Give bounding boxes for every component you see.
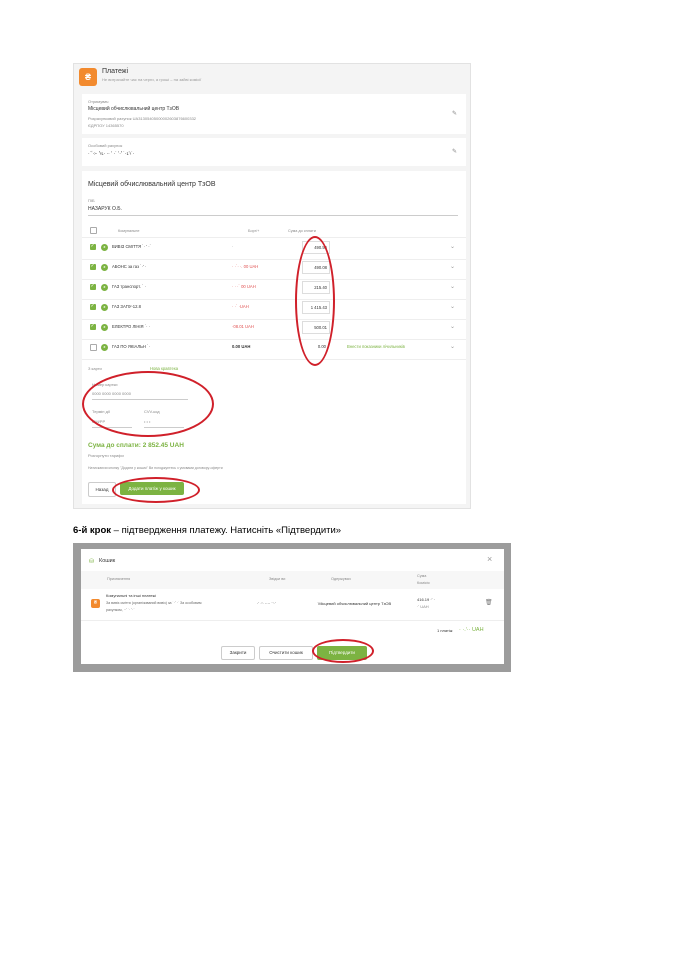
item-commission: ·ʹ UAH bbox=[417, 604, 429, 609]
row-checkbox[interactable] bbox=[90, 283, 96, 290]
col-amount: Сума до сплати bbox=[288, 229, 316, 233]
service-icon: ₴ bbox=[101, 344, 108, 351]
row-name: ГАЗ ЗАПУ-12.8 bbox=[112, 304, 141, 309]
receiver-card: Отримувач Місцевий обчислювальний центр … bbox=[82, 94, 466, 134]
service-icon: ₴ bbox=[101, 244, 108, 251]
payments-subtitle: Не витрачайте час на черги, а гроші – на… bbox=[102, 77, 202, 82]
chevron-down-icon[interactable]: ⌄ bbox=[450, 283, 455, 290]
receiver-label: Отримувач bbox=[88, 99, 109, 104]
cart-icon: ⛁ bbox=[89, 559, 95, 565]
payments-header: ₴ Платежі Не витрачайте час на черги, а … bbox=[74, 64, 470, 90]
row-debt: 0.00 UAH bbox=[232, 344, 251, 349]
row-debt: · · ·˙ 00 UAH bbox=[232, 284, 256, 289]
chevron-down-icon[interactable]: ⌄ bbox=[450, 323, 455, 330]
table-row[interactable]: ₴ ГАЗ ПО ЯКІАЛЬН ˙· 0.00 UAH 0.00 Внести… bbox=[82, 339, 466, 360]
select-all-checkbox[interactable] bbox=[90, 227, 97, 234]
col-from: Звідки ви bbox=[269, 577, 286, 581]
receiver-name: Місцевий обчислювальний центр ТзОВ bbox=[88, 106, 180, 112]
row-checkbox[interactable] bbox=[90, 323, 96, 330]
cart-total-label: 1 платіж bbox=[437, 628, 453, 633]
from-card-label: З карти bbox=[88, 366, 102, 371]
table-row[interactable]: ₴ ГАЗ транспорт. ˙ · · · ·˙ 00 UAH 215.4… bbox=[82, 279, 466, 300]
step-number: 6-й крок bbox=[73, 525, 112, 536]
cart-total-value: · ·.ʹ·· UAH bbox=[459, 627, 484, 633]
item-desc-2: рахунком, ··ʹ ˙· ʹ·˙˙ bbox=[106, 608, 136, 612]
col-receiver: Одержувач bbox=[331, 577, 351, 581]
agreement-text: Натискаючи кнопку "Додати у кошик" Ви по… bbox=[88, 466, 223, 470]
table-row[interactable]: ₴ ГАЗ ЗАПУ-12.8 · ·˙ ·UAH 1 415.43 ⌄ bbox=[82, 299, 466, 320]
meter-readings-link[interactable]: Внести показники лічильників bbox=[347, 344, 405, 349]
table-row[interactable]: ₴ АБОНС за газ ˙·ʹ · · ·˙· ·. 00 UAH 490… bbox=[82, 259, 466, 280]
service-icon: ₴ bbox=[101, 324, 108, 331]
chevron-down-icon[interactable]: ⌄ bbox=[450, 343, 455, 350]
chevron-down-icon[interactable]: ⌄ bbox=[450, 243, 455, 250]
payments-title: Платежі bbox=[102, 68, 129, 75]
col-appointment: Призначення bbox=[107, 577, 131, 581]
item-title: Комунальні та інші платежі bbox=[106, 593, 157, 598]
payment-logo-icon: ₴ bbox=[91, 599, 100, 608]
item-from: ·ʻ ·ʹ· ···· ˙ʹ·ʻ bbox=[257, 601, 276, 606]
row-debt: · bbox=[232, 244, 234, 249]
pib-field[interactable]: НАЗАРУК О.Б. bbox=[88, 206, 458, 216]
receiver-account: Розрахунковий рахунок UA3130540500000260… bbox=[88, 116, 197, 121]
service-icon: ₴ bbox=[101, 304, 108, 311]
row-name: ГАЗ ПО ЯКІАЛЬН ˙· bbox=[112, 344, 150, 349]
row-debt: · ·˙ ·UAH bbox=[232, 304, 249, 309]
total-sum: Сума до сплати: 2 852.45 UAH bbox=[88, 442, 184, 449]
item-desc-1: За вивіз сміття (організований вивіз) за… bbox=[106, 601, 202, 605]
table-header: Комунальне Борг/+ Сума до сплати bbox=[82, 223, 466, 238]
row-checkbox[interactable] bbox=[90, 263, 96, 270]
row-name: ЕЛЕКТРО ЛІНІЯ ˙· · bbox=[112, 324, 151, 329]
delete-icon[interactable]: 🗑 bbox=[485, 599, 493, 606]
receiver-edrpou: ЄДРПОУ 14365570 bbox=[88, 123, 124, 128]
cart-modal: ⛁ Кошик × Призначення Звідки ви Одержува… bbox=[81, 549, 504, 664]
service-icon: ₴ bbox=[101, 284, 108, 291]
item-sum: 416.19 ·ʹ · bbox=[417, 597, 435, 602]
row-debt: · ·˙· ·. 00 UAH bbox=[232, 264, 259, 269]
pib-label: ПІБ bbox=[88, 198, 95, 203]
add-button-highlight-oval bbox=[112, 477, 200, 503]
row-checkbox[interactable] bbox=[90, 303, 96, 310]
table-row[interactable]: ₴ ВИВІЗ СМІТТЯ ˙· ʹ ·˙ · 490.56 ⌄ bbox=[82, 239, 466, 260]
row-name: АБОНС за газ ˙·ʹ · bbox=[112, 264, 147, 269]
clear-cart-button[interactable]: Очистити кошик bbox=[259, 646, 313, 660]
chevron-down-icon[interactable]: ⌄ bbox=[450, 303, 455, 310]
row-name: ГАЗ транспорт. ˙ · bbox=[112, 284, 146, 289]
personal-account-value: ·˙ʻ·›· ꞌ›ʟ· ·· ʹ ·˙ ʹ·ꞌ ˙·ʟʹ‹˙· bbox=[88, 151, 135, 157]
cart-screenshot: ⛁ Кошик × Призначення Звідки ви Одержува… bbox=[73, 543, 511, 672]
edit-receiver-icon[interactable]: ✎ bbox=[452, 110, 457, 117]
step-text: – підтвердження платежу. Натисніть «Підт… bbox=[111, 525, 342, 536]
close-icon[interactable]: × bbox=[487, 554, 492, 564]
personal-account-label: Особовий рахунок bbox=[88, 143, 123, 148]
edit-account-icon[interactable]: ✎ bbox=[452, 148, 457, 155]
cart-row: ₴ Комунальні та інші платежі За вивіз см… bbox=[81, 590, 504, 621]
chevron-down-icon[interactable]: ⌄ bbox=[450, 263, 455, 270]
step-caption: 6-й крок – підтвердження платежу. Натисн… bbox=[73, 525, 341, 536]
col-name: Комунальне bbox=[118, 229, 140, 233]
row-name: ВИВІЗ СМІТТЯ ˙· ʹ ·˙ bbox=[112, 244, 151, 249]
close-button[interactable]: Закрити bbox=[221, 646, 255, 660]
row-debt: ·08.01 UAH bbox=[232, 324, 254, 329]
cart-table-header bbox=[81, 571, 504, 589]
row-checkbox[interactable] bbox=[90, 243, 96, 250]
payments-screenshot: ₴ Платежі Не витрачайте час на черги, а … bbox=[73, 63, 471, 509]
amount-highlight-oval bbox=[295, 236, 335, 366]
col-debt: Борг/+ bbox=[248, 229, 260, 233]
row-checkbox[interactable] bbox=[90, 344, 97, 351]
service-icon: ₴ bbox=[101, 264, 108, 271]
personal-account-card: Особовий рахунок ·˙ʻ·›· ꞌ›ʟ· ·· ʹ ·˙ ʹ·ꞌ… bbox=[82, 138, 466, 166]
cart-title: Кошик bbox=[99, 558, 116, 564]
col-commission: Комісія bbox=[417, 581, 430, 585]
col-sum: Сума bbox=[417, 574, 427, 578]
confirm-highlight-oval bbox=[312, 639, 374, 663]
payments-logo-icon: ₴ bbox=[79, 68, 97, 86]
section-title: Місцевий обчислювальний центр ТзОВ bbox=[88, 181, 216, 188]
tariffs-link[interactable]: Розгорнути тарифи bbox=[88, 453, 124, 458]
card-highlight-oval bbox=[82, 371, 214, 437]
table-row[interactable]: ₴ ЕЛЕКТРО ЛІНІЯ ˙· · ·08.01 UAH 500.01 ⌄ bbox=[82, 319, 466, 340]
item-receiver: ˙Місцевий обчислювальний центр ТзОВ bbox=[317, 601, 392, 606]
